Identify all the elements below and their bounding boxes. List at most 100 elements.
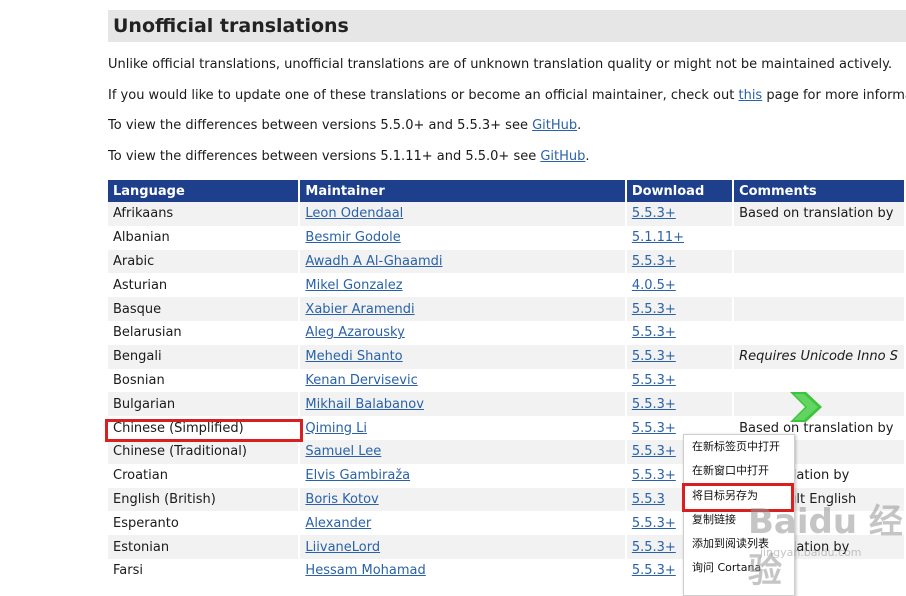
download-link[interactable]: 5.5.3+ bbox=[632, 540, 676, 555]
language-cell: Albanian bbox=[108, 225, 299, 250]
download-cell: 5.5.3+ bbox=[626, 344, 733, 369]
table-row: Bengali Mehedi Shanto 5.5.3+ Requires Un… bbox=[108, 344, 904, 369]
maintainer-link[interactable]: Besmir Godole bbox=[305, 230, 400, 245]
download-link[interactable]: 4.0.5+ bbox=[632, 278, 676, 293]
diff-text-2-end: . bbox=[585, 149, 590, 164]
menu-item-open-new-tab[interactable]: 在新标签页中打开 bbox=[684, 435, 794, 459]
table-row: Afrikaans Leon Odendaal 5.5.3+ Based on … bbox=[108, 202, 904, 226]
download-link[interactable]: 5.5.3+ bbox=[632, 302, 676, 317]
menu-item-open-new-window[interactable]: 在新窗口中打开 bbox=[684, 459, 794, 483]
this-link[interactable]: this bbox=[738, 88, 762, 103]
download-link[interactable]: 5.5.3 bbox=[632, 492, 665, 507]
maintainer-cell: Mehedi Shanto bbox=[300, 344, 625, 369]
menu-item-add-to-reading-list[interactable]: 添加到阅读列表 bbox=[684, 532, 794, 556]
download-link[interactable]: 5.5.3+ bbox=[632, 563, 676, 578]
highlight-box-language bbox=[105, 419, 303, 442]
download-cell: 5.5.3+ bbox=[626, 320, 733, 345]
language-cell: Esperanto bbox=[108, 511, 299, 536]
table-row: Arabic Awadh A Al-Ghaamdi 5.5.3+ bbox=[108, 249, 904, 274]
language-cell: Estonian bbox=[108, 535, 299, 559]
download-link[interactable]: 5.5.3+ bbox=[632, 421, 676, 436]
maintainer-link[interactable]: Kenan Dervisevic bbox=[305, 373, 417, 388]
context-menu: 在新标签页中打开 在新窗口中打开 将目标另存为 复制链接 添加到阅读列表 询问 … bbox=[683, 434, 795, 596]
maintainer-cell: LiivaneLord bbox=[300, 535, 625, 559]
maintainer-cell: Hessam Mohamad bbox=[300, 558, 625, 583]
maintainer-link[interactable]: Leon Odendaal bbox=[305, 206, 403, 221]
maintainer-cell: Boris Kotov bbox=[300, 487, 625, 512]
language-cell: Asturian bbox=[108, 273, 299, 298]
language-cell: Chinese (Traditional) bbox=[108, 439, 299, 464]
comment-cell: Requires Unicode Inno S bbox=[734, 344, 904, 369]
language-cell: Bosnian bbox=[108, 368, 299, 393]
maintainer-link[interactable]: Xabier Aramendi bbox=[305, 302, 414, 317]
github-link-1[interactable]: GitHub bbox=[532, 118, 577, 133]
maintainer-cell: Alexander bbox=[300, 511, 625, 536]
download-link[interactable]: 5.5.3+ bbox=[632, 349, 676, 364]
header-maintainer: Maintainer bbox=[300, 180, 625, 202]
maintainer-link[interactable]: Awadh A Al-Ghaamdi bbox=[305, 254, 442, 269]
maintainer-link[interactable]: Boris Kotov bbox=[305, 492, 378, 507]
download-link[interactable]: 5.5.3+ bbox=[632, 325, 676, 340]
github-link-2[interactable]: GitHub bbox=[540, 149, 585, 164]
language-cell: Farsi bbox=[108, 558, 299, 583]
maintainer-cell: Elvis Gambiraža bbox=[300, 463, 625, 488]
download-link[interactable]: 5.5.3+ bbox=[632, 397, 676, 412]
maintainer-link[interactable]: LiivaneLord bbox=[305, 540, 380, 555]
comment-cell bbox=[734, 249, 904, 274]
maintainer-link[interactable]: Alexander bbox=[305, 516, 371, 531]
maintainer-link[interactable]: Elvis Gambiraža bbox=[305, 468, 410, 483]
header-comments: Comments bbox=[734, 180, 904, 202]
maintainer-link[interactable]: Mikel Gonzalez bbox=[305, 278, 402, 293]
table-row: Belarusian Aleg Azarousky 5.5.3+ bbox=[108, 320, 904, 345]
maintainer-cell: Mikel Gonzalez bbox=[300, 273, 625, 298]
green-arrow-icon bbox=[790, 392, 822, 422]
table-row: Bulgarian Mikhail Balabanov 5.5.3+ bbox=[108, 392, 904, 417]
download-link[interactable]: 5.5.3+ bbox=[632, 373, 676, 388]
diff-text-1: To view the differences between versions… bbox=[108, 118, 533, 133]
header-download: Download bbox=[626, 180, 733, 202]
maintainer-cell: Aleg Azarousky bbox=[300, 320, 625, 345]
language-cell: English (British) bbox=[108, 487, 299, 512]
diff-text-2: To view the differences between versions… bbox=[108, 149, 541, 164]
diff-paragraph-2: To view the differences between versions… bbox=[108, 149, 590, 165]
comment-cell bbox=[734, 320, 904, 345]
section-title-bar: Unofficial translations bbox=[108, 10, 906, 42]
maintainer-link[interactable]: Hessam Mohamad bbox=[305, 563, 425, 578]
download-link[interactable]: 5.5.3+ bbox=[632, 254, 676, 269]
maintainer-link[interactable]: Qiming Li bbox=[305, 421, 367, 436]
table-row: Bosnian Kenan Dervisevic 5.5.3+ bbox=[108, 368, 904, 393]
comment-cell: Based on translation by bbox=[734, 202, 904, 226]
download-link[interactable]: 5.1.11+ bbox=[632, 230, 684, 245]
download-link[interactable]: 5.5.3+ bbox=[632, 444, 676, 459]
language-cell: Afrikaans bbox=[108, 202, 299, 226]
download-link[interactable]: 5.5.3+ bbox=[632, 468, 676, 483]
download-link[interactable]: 5.5.3+ bbox=[632, 206, 676, 221]
comment-cell bbox=[734, 297, 904, 321]
table-row: Albanian Besmir Godole 5.1.11+ bbox=[108, 225, 904, 250]
page-title: Unofficial translations bbox=[113, 15, 349, 37]
download-cell: 5.5.3+ bbox=[626, 249, 733, 274]
maintainer-link[interactable]: Aleg Azarousky bbox=[305, 325, 404, 340]
maintainer-link[interactable]: Mehedi Shanto bbox=[305, 349, 402, 364]
download-cell: 5.5.3+ bbox=[626, 392, 733, 417]
table-row: Asturian Mikel Gonzalez 4.0.5+ bbox=[108, 273, 904, 298]
download-cell: 4.0.5+ bbox=[626, 273, 733, 298]
diff-paragraph-1: To view the differences between versions… bbox=[108, 118, 581, 134]
header-language: Language bbox=[108, 180, 299, 202]
download-cell: 5.1.11+ bbox=[626, 225, 733, 250]
maintainer-link[interactable]: Mikhail Balabanov bbox=[305, 397, 424, 412]
menu-item-ask-cortana[interactable]: 询问 Cortana bbox=[684, 556, 794, 580]
language-cell: Bengali bbox=[108, 344, 299, 369]
download-link[interactable]: 5.5.3+ bbox=[632, 516, 676, 531]
language-cell: Belarusian bbox=[108, 320, 299, 345]
maintainer-link[interactable]: Samuel Lee bbox=[305, 444, 381, 459]
maintainer-cell: Awadh A Al-Ghaamdi bbox=[300, 249, 625, 274]
comment-cell bbox=[734, 273, 904, 298]
table-row: Basque Xabier Aramendi 5.5.3+ bbox=[108, 297, 904, 321]
maintainer-text-end: page for more informatio bbox=[766, 88, 906, 103]
comment-cell bbox=[734, 368, 904, 393]
maintainer-cell: Besmir Godole bbox=[300, 225, 625, 250]
comment-cell bbox=[734, 225, 904, 250]
maintainer-cell: Mikhail Balabanov bbox=[300, 392, 625, 417]
maintainer-cell: Qiming Li bbox=[300, 416, 625, 440]
